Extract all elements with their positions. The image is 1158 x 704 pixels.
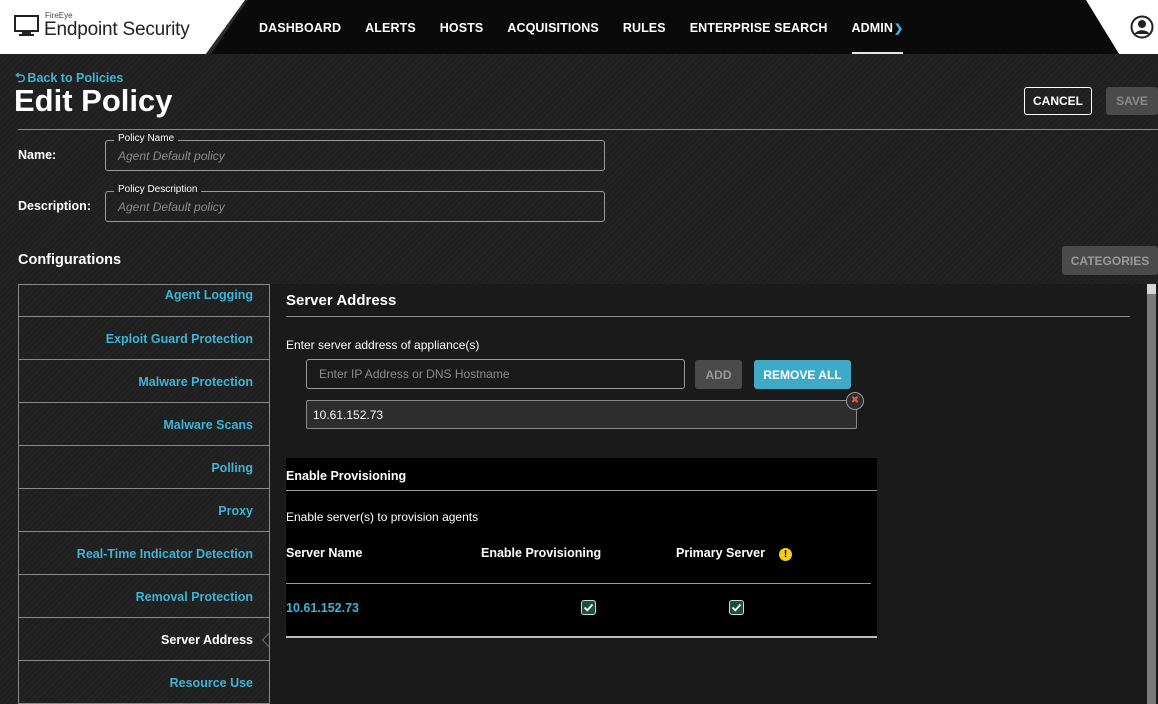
configurations-title: Configurations: [18, 252, 122, 268]
sidebar-item-polling[interactable]: Polling: [19, 446, 269, 489]
sidebar-item-server-address[interactable]: Server Address: [19, 618, 269, 661]
main-nav: DASHBOARD ALERTS HOSTS ACQUISITIONS RULE…: [247, 0, 915, 54]
chevron-down-icon: ❯: [894, 23, 904, 35]
page-title: Edit Policy: [14, 83, 173, 118]
server-address-input[interactable]: [306, 359, 685, 389]
provisioning-description: Enable server(s) to provision agents: [286, 510, 479, 524]
sidebar-item-agent-logging[interactable]: Agent Logging: [19, 285, 269, 317]
server-address-panel: Server Address Enter server address of a…: [270, 284, 1158, 704]
checkmark-icon: [583, 603, 594, 612]
sidebar-item-proxy[interactable]: Proxy: [19, 489, 269, 532]
sidebar-item-resource-use[interactable]: Resource Use: [19, 661, 269, 704]
policy-name-value[interactable]: Agent Default policy: [118, 149, 225, 163]
nav-enterprise-search[interactable]: ENTERPRISE SEARCH: [678, 0, 840, 54]
brand-panel[interactable]: FireEye Endpoint Security: [0, 0, 245, 54]
enable-provisioning-checkbox[interactable]: [581, 600, 596, 615]
primary-server-checkbox[interactable]: [729, 600, 744, 615]
policy-name-legend: Policy Name: [114, 133, 179, 144]
add-button[interactable]: ADD: [695, 360, 742, 389]
nav-admin-label: ADMIN: [851, 21, 893, 35]
description-label: Description:: [18, 199, 91, 213]
section-divider: [286, 316, 1130, 317]
nav-acquisitions[interactable]: ACQUISITIONS: [495, 0, 610, 54]
nav-rules[interactable]: RULES: [611, 0, 678, 54]
table-row-server-name[interactable]: 10.61.152.73: [286, 601, 359, 615]
remove-all-button[interactable]: REMOVE ALL: [754, 360, 851, 389]
nav-dashboard[interactable]: DASHBOARD: [247, 0, 353, 54]
column-header-server-name: Server Name: [286, 546, 363, 560]
cancel-button[interactable]: CANCEL: [1024, 87, 1092, 115]
policy-description-legend: Policy Description: [114, 184, 202, 195]
policy-description-value[interactable]: Agent Default policy: [118, 200, 225, 214]
close-icon[interactable]: ✖: [846, 392, 864, 410]
provisioning-title: Enable Provisioning: [286, 469, 407, 483]
table-header-divider: [286, 583, 871, 584]
configuration-sidebar: Agent Logging Exploit Guard Protection M…: [18, 284, 270, 704]
nav-hosts[interactable]: HOSTS: [428, 0, 496, 54]
brand-product: Endpoint Security: [44, 19, 190, 40]
provisioning-divider: [286, 490, 877, 491]
categories-button[interactable]: CATEGORIES: [1062, 246, 1158, 275]
nav-alerts[interactable]: ALERTS: [353, 0, 428, 54]
provisioning-bottom-rule: [286, 636, 877, 638]
monitor-icon: [14, 15, 39, 36]
sidebar-item-malware-protection[interactable]: Malware Protection: [19, 360, 269, 403]
sidebar-item-real-time-indicator-detection[interactable]: Real-Time Indicator Detection: [19, 532, 269, 575]
sidebar-item-exploit-guard-protection[interactable]: Exploit Guard Protection: [19, 317, 269, 360]
enter-server-label: Enter server address of appliance(s): [286, 338, 480, 352]
checkmark-icon: [731, 603, 742, 612]
save-button[interactable]: SAVE: [1106, 87, 1158, 115]
user-panel[interactable]: [1086, 0, 1158, 54]
provisioning-box: Enable Provisioning Enable server(s) to …: [286, 458, 877, 638]
sidebar-item-removal-protection[interactable]: Removal Protection: [19, 575, 269, 618]
warning-icon[interactable]: !: [779, 548, 792, 561]
nav-admin[interactable]: ADMIN❯: [840, 0, 916, 54]
column-header-enable-provisioning: Enable Provisioning: [481, 546, 602, 560]
sidebar-item-malware-scans[interactable]: Malware Scans: [19, 403, 269, 446]
user-account-icon[interactable]: [1130, 15, 1154, 39]
name-label: Name:: [18, 148, 57, 162]
scrollbar-thumb[interactable]: [1147, 294, 1156, 704]
header-divider: [18, 129, 1158, 130]
scrollbar[interactable]: [1147, 284, 1156, 704]
top-navigation-bar: FireEye Endpoint Security DASHBOARD ALER…: [0, 0, 1158, 54]
column-header-primary-server: Primary Server: [676, 546, 765, 560]
section-title: Server Address: [286, 292, 397, 309]
policy-name-field[interactable]: Policy Name Agent Default policy: [105, 133, 605, 171]
server-address-chip: 10.61.152.73: [306, 400, 857, 429]
policy-description-field[interactable]: Policy Description Agent Default policy: [105, 184, 605, 222]
